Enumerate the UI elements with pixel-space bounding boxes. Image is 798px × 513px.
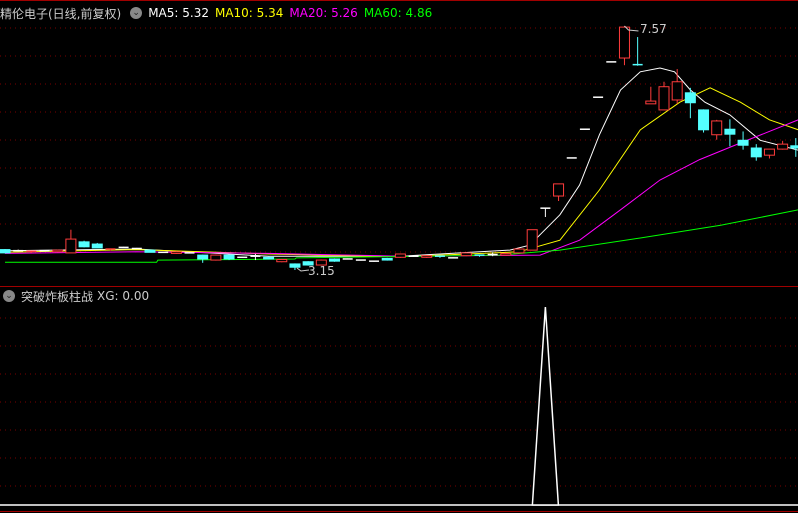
indicator-title: 突破炸板柱战 [21, 289, 94, 304]
candle-body [737, 139, 749, 146]
candle-body [170, 251, 182, 254]
candle-body [0, 249, 11, 254]
candle-body [91, 243, 103, 249]
candle-body [394, 253, 406, 258]
candle-body [197, 254, 209, 260]
candle-body [618, 26, 630, 59]
candle-body [724, 128, 736, 135]
candle-body [684, 92, 696, 104]
candle-body [763, 148, 775, 156]
candle-body [671, 81, 683, 101]
candle-body [52, 249, 64, 253]
candle-body [381, 257, 393, 261]
candle-body [289, 263, 301, 268]
candle-body [553, 183, 565, 197]
candle-body [513, 248, 525, 254]
candle-body [144, 249, 156, 253]
xg-signal-spike [531, 306, 560, 506]
candle-body [65, 238, 77, 254]
candle-body [658, 86, 670, 111]
candle-body [790, 145, 798, 149]
candle-body [276, 259, 288, 263]
candle-body [263, 256, 275, 260]
candle-body [711, 120, 723, 136]
candle-body [421, 255, 433, 258]
candle-body [500, 252, 512, 256]
candle-body [329, 258, 340, 262]
candle-body [223, 254, 235, 260]
candle-body [460, 252, 472, 257]
ma-line-ma20 [4, 119, 798, 257]
candle-body [750, 147, 762, 158]
candlestick-chart[interactable] [0, 0, 798, 513]
candle-body [78, 241, 90, 248]
high-price-label: 7.57 [640, 22, 667, 36]
candle-body [698, 109, 710, 131]
xg-value-label: XG: 0.00 [97, 289, 150, 303]
candle-body [777, 143, 789, 150]
low-price-label: 3.15 [308, 264, 335, 278]
candle-body [645, 100, 657, 105]
chevron-down-circle-icon[interactable]: ⌄ [3, 290, 15, 302]
candle-body [210, 254, 222, 261]
candle-body [526, 229, 538, 251]
indicator-header: ⌄ 突破炸板柱战 XG: 0.00 [0, 288, 155, 304]
